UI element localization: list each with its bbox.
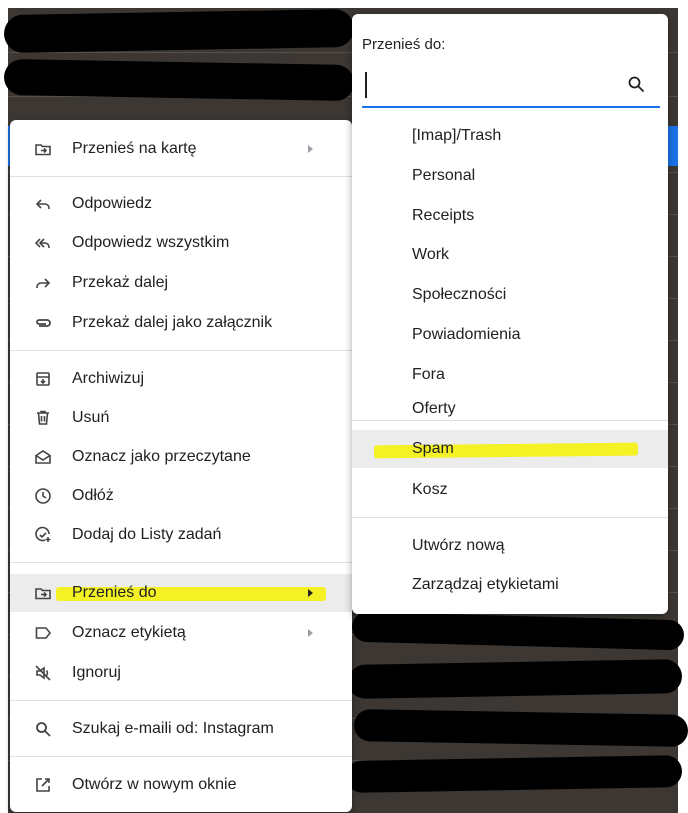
- submenu-arrow-icon: [308, 145, 313, 153]
- add-task-icon: [34, 526, 52, 544]
- folder-item-work[interactable]: Work: [352, 236, 668, 274]
- folder-item-receipts[interactable]: Receipts: [352, 197, 668, 235]
- redaction-mark: [347, 659, 683, 699]
- mark-read-icon: [34, 448, 52, 466]
- label-icon: [34, 624, 52, 642]
- menu-item-move-to-tab[interactable]: Przenieś na kartę: [10, 130, 352, 168]
- menu-item-snooze[interactable]: Odłóż: [10, 477, 352, 515]
- manage-labels-button[interactable]: Zarządzaj etykietami: [352, 566, 668, 604]
- menu-item-open-new-window[interactable]: Otwórz w nowym oknie: [10, 766, 352, 804]
- text-caret: [365, 72, 367, 98]
- menu-item-mark-as-read[interactable]: Oznacz jako przeczytane: [10, 438, 352, 476]
- open-new-window-icon: [34, 776, 52, 794]
- folder-item-spam[interactable]: Spam: [352, 430, 668, 468]
- menu-item-add-to-tasks[interactable]: Dodaj do Listy zadań: [10, 516, 352, 554]
- snooze-clock-icon: [34, 487, 52, 505]
- menu-item-forward-as-attachment[interactable]: Przekaż dalej jako załącznik: [10, 304, 352, 342]
- reply-all-icon: [34, 234, 52, 252]
- label-search-input[interactable]: [362, 66, 660, 108]
- folder-item-imap-trash[interactable]: [Imap]/Trash: [352, 117, 668, 155]
- menu-item-mute[interactable]: Ignoruj: [10, 654, 352, 692]
- menu-item-archive[interactable]: Archiwizuj: [10, 360, 352, 398]
- menu-item-search-from-sender[interactable]: Szukaj e-maili od: Instagram: [10, 710, 352, 748]
- move-to-submenu: Przenieś do: [Imap]/Trash Personal Recei…: [352, 14, 668, 614]
- forward-icon: [34, 274, 52, 292]
- folder-item-social[interactable]: Społeczności: [352, 276, 668, 314]
- folder-item-forums[interactable]: Fora: [352, 356, 668, 394]
- redaction-mark: [353, 709, 688, 747]
- archive-icon: [34, 370, 52, 388]
- search-icon: [34, 720, 52, 738]
- folder-item-personal[interactable]: Personal: [352, 157, 668, 195]
- mute-icon: [34, 664, 52, 682]
- redaction-mark: [3, 58, 355, 102]
- menu-item-reply-all[interactable]: Odpowiedz wszystkim: [10, 224, 352, 262]
- menu-item-forward[interactable]: Przekaż dalej: [10, 264, 352, 302]
- folder-item-updates[interactable]: Powiadomienia: [352, 316, 668, 354]
- move-to-icon: [34, 584, 52, 602]
- redaction-mark: [345, 755, 683, 793]
- menu-item-delete[interactable]: Usuń: [10, 399, 352, 437]
- submenu-arrow-icon: [308, 589, 313, 597]
- attachment-icon: [34, 314, 52, 332]
- search-icon[interactable]: [626, 74, 646, 94]
- email-context-menu: Przenieś na kartę Odpowiedz Odpowiedz ws…: [10, 120, 352, 812]
- menu-item-move-to[interactable]: Przenieś do: [10, 574, 352, 612]
- reply-icon: [34, 195, 52, 213]
- menu-item-label-as[interactable]: Oznacz etykietą: [10, 614, 352, 652]
- move-to-tab-icon: [34, 140, 52, 158]
- folder-item-promotions[interactable]: Oferty: [352, 398, 668, 420]
- redaction-mark: [3, 8, 355, 54]
- submenu-title: Przenieś do:: [362, 36, 446, 53]
- folder-item-bin[interactable]: Kosz: [352, 471, 668, 509]
- trash-icon: [34, 409, 52, 427]
- menu-item-reply[interactable]: Odpowiedz: [10, 185, 352, 223]
- create-new-label-button[interactable]: Utwórz nową: [352, 527, 668, 565]
- submenu-arrow-icon: [308, 629, 313, 637]
